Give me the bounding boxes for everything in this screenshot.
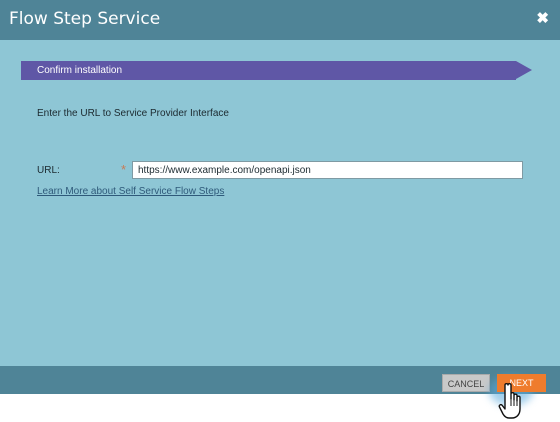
step-label: Confirm installation — [37, 65, 123, 76]
hand-pointer-icon — [498, 383, 521, 419]
step-banner-arrow — [516, 61, 532, 79]
dialog-title: Flow Step Service — [9, 9, 161, 29]
close-icon[interactable]: ✖ — [536, 8, 549, 30]
cancel-button[interactable]: CANCEL — [442, 374, 490, 392]
instruction-text: Enter the URL to Service Provider Interf… — [37, 108, 229, 119]
dialog-titlebar: Flow Step Service ✖ — [0, 0, 560, 40]
flow-step-service-dialog: Flow Step Service ✖ Confirm installation… — [0, 0, 560, 406]
url-input[interactable] — [132, 161, 523, 179]
learn-more-link[interactable]: Learn More about Self Service Flow Steps — [37, 185, 224, 199]
required-marker: * — [121, 162, 127, 177]
url-label: URL: — [37, 165, 60, 176]
